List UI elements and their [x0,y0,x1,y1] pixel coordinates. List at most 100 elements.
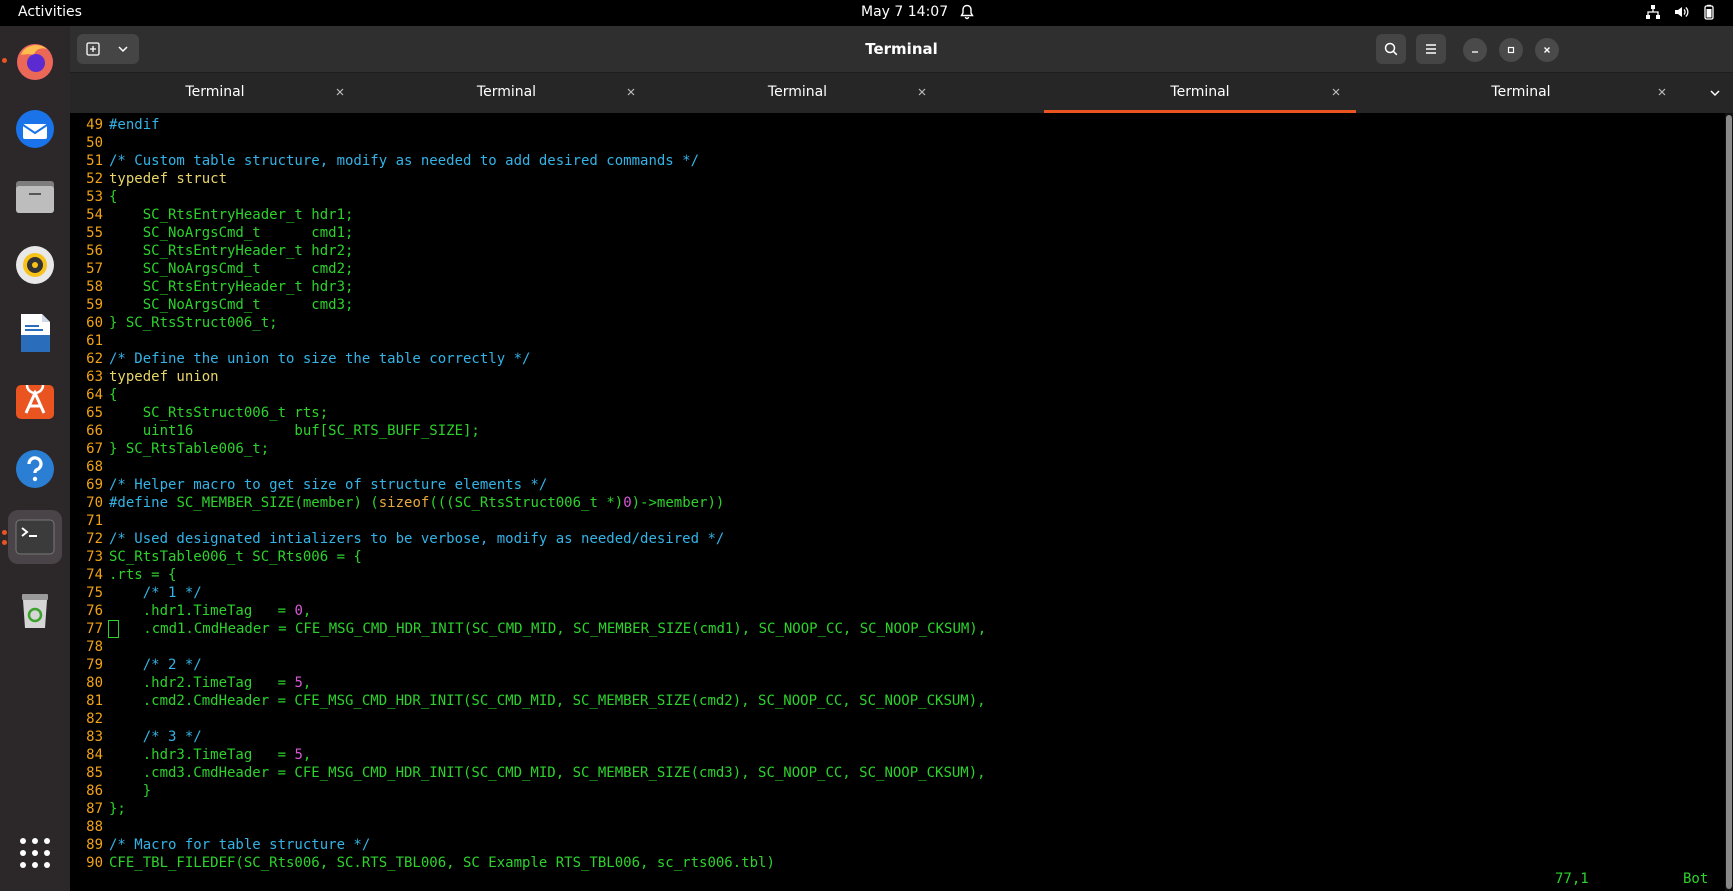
trash-icon [22,594,48,628]
bell-icon[interactable] [959,4,975,20]
line-number: 55 [86,225,103,241]
dock-rhythmbox[interactable] [8,238,62,292]
code-token: uint16 buf[SC_RTS_BUFF_SIZE]; [109,423,480,439]
dock-terminal[interactable] [8,510,62,564]
code-line: 71 [76,512,1716,530]
tab-terminal-4-active[interactable]: Terminal [1044,73,1356,113]
scrollbar[interactable] [1725,113,1733,891]
code-token: SC_NoArgsCmd_t cmd2; [109,261,354,277]
clock[interactable]: May 7 14:07 [861,4,948,20]
code-token: SC_RtsEntryHeader_t hdr3; [109,279,354,295]
running-indicator [2,530,7,535]
tab-close-icon[interactable] [334,86,346,98]
line-number: 57 [86,261,103,277]
line-number: 60 [86,315,103,331]
code-line: 89 /* Macro for table structure */ [76,836,1716,854]
line-number: 64 [86,387,103,403]
new-tab-split-button[interactable] [77,34,139,64]
tab-list-chevron-icon[interactable] [1707,85,1723,101]
code-line: 72 /* Used designated intializers to be v… [76,530,1716,548]
tab-terminal-3[interactable]: Terminal [653,73,942,113]
code-token: /* 1 */ [142,585,202,601]
code-token: SC_MEMBER_SIZE(member) ( [168,495,379,511]
code-token: } SC_RtsStruct006_t; [109,315,278,331]
code-line: 61 [76,332,1716,350]
code-token: SC_RtsStruct006_t rts; [109,405,329,421]
line-number: 78 [86,639,103,655]
line-number: 59 [86,297,103,313]
code-line: 49 #endif [76,116,1716,134]
code-line: 58 SC_RtsEntryHeader_t hdr3; [76,278,1716,296]
line-number: 58 [86,279,103,295]
dock-app-grid[interactable] [8,826,62,880]
code-token: SC_RtsEntryHeader_t hdr2; [109,243,354,259]
app-center-icon [16,384,54,419]
code-token: , [302,747,312,763]
dock-files[interactable] [8,170,62,224]
code-token: 5 [294,675,303,691]
tab-terminal-5[interactable]: Terminal [1360,73,1682,113]
line-number: 86 [86,783,103,799]
code-line: 86 } [76,782,1716,800]
line-number: 73 [86,549,103,565]
line-number: 75 [86,585,103,601]
code-line: 77 .cmd1.CmdHeader = CFE_MSG_CMD_HDR_INI… [76,620,1716,638]
line-number: 80 [86,675,103,691]
code-line: 78 [76,638,1716,656]
activities-button[interactable]: Activities [18,4,82,20]
close-window-button[interactable] [1535,38,1559,62]
code-token: .hdr2.TimeTag = [109,675,295,691]
code-line: 54 SC_RtsEntryHeader_t hdr1; [76,206,1716,224]
minimize-button[interactable] [1463,38,1487,62]
menu-button[interactable] [1416,34,1446,64]
code-line: 70 #define SC_MEMBER_SIZE(member) (sizeof… [76,494,1716,512]
close-icon [1544,47,1550,53]
dock-trash[interactable] [8,584,62,638]
code-token: typedef struct [109,171,228,187]
code-token: 0 [623,495,632,511]
tab-label: Terminal [476,84,537,100]
code-token: 0 [294,603,303,619]
code-line: 52 typedef struct [76,170,1716,188]
tab-close-icon[interactable] [1656,86,1668,98]
code-token: { [109,189,118,205]
code-token: .cmd1.CmdHeader = CFE_MSG_CMD_HDR_INIT(S… [118,621,987,637]
line-number: 56 [86,243,103,259]
search-button[interactable] [1376,34,1406,64]
terminal-icon [15,519,55,555]
code-line: 73 SC_RtsTable006_t SC_Rts006 = { [76,548,1716,566]
code-token: } SC_RtsTable006_t; [109,441,270,457]
tab-close-icon[interactable] [1330,86,1342,98]
code-token: (((SC_RtsStruct006_t *) [429,495,624,511]
terminal-text-area[interactable]: 49 #endif 50 51/* Custom table structure, m… [76,116,1716,886]
tab-label: Terminal [767,84,828,100]
line-number: 54 [86,207,103,223]
chevron-down-icon[interactable] [115,41,131,57]
code-token: SC_RtsTable006_t SC_Rts006 = { [109,549,362,565]
code-token: SC_NoArgsCmd_t cmd1; [109,225,354,241]
dock-firefox[interactable] [8,34,62,88]
maximize-button[interactable] [1499,38,1523,62]
app-grid-icon [20,838,50,868]
scrollbar-thumb[interactable] [1726,115,1732,889]
system-tray[interactable] [1645,4,1717,20]
code-token: CFE_TBL_FILEDEF(SC_Rts006, SC.RTS_TBL006… [109,855,775,871]
code-token: typedef union [109,369,219,385]
dock-help[interactable] [8,442,62,496]
code-token: 5 [294,747,303,763]
dock-thunderbird[interactable] [8,102,62,156]
tab-close-icon[interactable] [625,86,637,98]
code-line: 74 .rts = { [76,566,1716,584]
dock-app-center[interactable] [8,374,62,428]
line-number: 51 [86,153,103,169]
tab-terminal-2[interactable]: Terminal [362,73,651,113]
tab-label: Terminal [185,84,245,100]
code-line: 82 [76,710,1716,728]
line-number: 74 [86,567,103,583]
scroll-position: Bot [1683,871,1709,887]
tab-close-icon[interactable] [916,86,928,98]
code-token: )->member)) [631,495,725,511]
tab-terminal-1[interactable]: Terminal [70,73,360,113]
dock-writer[interactable] [8,306,62,360]
code-line: 75 /* 1 */ [76,584,1716,602]
